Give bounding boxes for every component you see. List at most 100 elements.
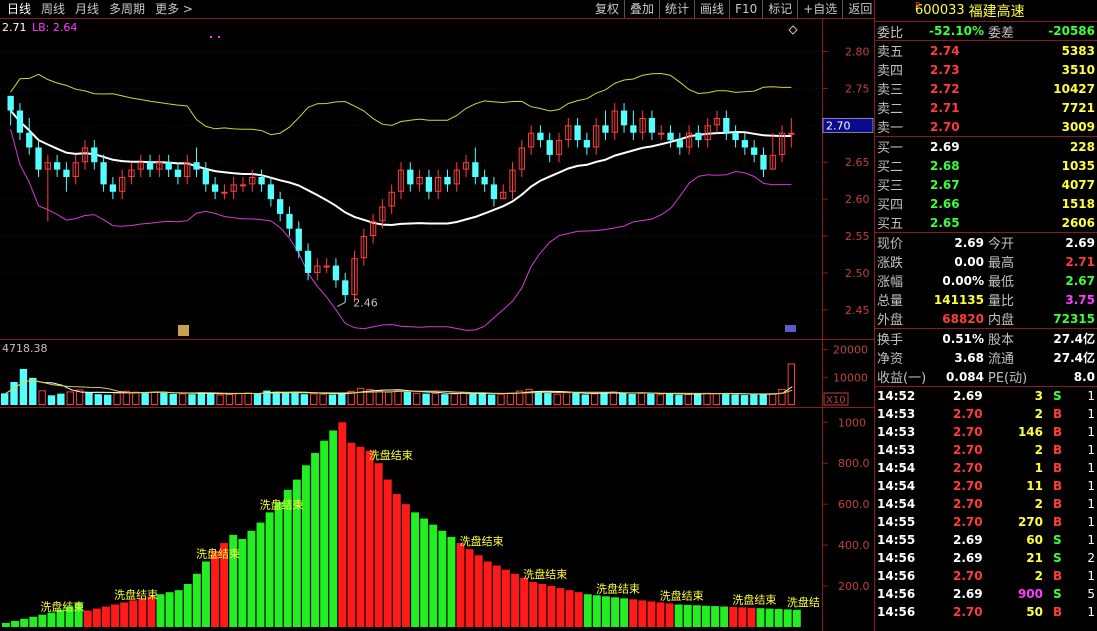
candle-body-down [146, 162, 154, 170]
draw-button[interactable]: 画线 [695, 0, 731, 18]
tick-time: 14:56 [877, 587, 916, 601]
candle-body-down [667, 132, 674, 141]
asks-row: 卖四 2.73 3510 [875, 60, 1097, 80]
volume-bar [637, 392, 646, 405]
overlay-button[interactable]: 叠加 [625, 0, 661, 18]
volume-bar [497, 393, 505, 405]
quote-row: 外盘 68820 内盘 72315 [875, 309, 1097, 329]
add-watchlist-button[interactable]: +自选 [798, 0, 844, 18]
volume-bar [459, 392, 468, 405]
indicator-bar [592, 595, 601, 627]
tick-volume: 146 [1017, 425, 1043, 439]
candle-body-down [7, 95, 14, 111]
volume-ma10-line [5, 379, 793, 395]
indicator-bar [483, 561, 492, 627]
candle-body-up [239, 184, 247, 187]
tick-count: 1 [1087, 479, 1095, 493]
tick-count: 1 [1087, 389, 1095, 403]
indicator-tick-label: 400.0 [838, 539, 870, 552]
candle-body-down [676, 140, 683, 148]
volume-bar [38, 390, 46, 405]
volume-bar [150, 391, 159, 405]
mark-button[interactable]: 标记 [763, 0, 799, 18]
tick-volume: 21 [1026, 551, 1043, 565]
asks-price: 2.72 [930, 81, 960, 96]
tick-count: 1 [1087, 569, 1095, 583]
volume-bar [478, 393, 486, 405]
indicator-bar [511, 573, 519, 627]
volume-bar [141, 393, 149, 405]
price-tick-label: 2.55 [845, 230, 870, 243]
asks-row: 卖五 2.74 5383 [875, 41, 1097, 61]
quote-row: 涨幅 0.00% 最低 2.67 [875, 271, 1097, 291]
volume-bar [534, 391, 543, 405]
indicator-bar [565, 590, 574, 627]
stats-button[interactable]: 统计 [660, 0, 696, 18]
quote-row: 总量 141135 量比 3.75 [875, 290, 1097, 310]
indicator-bar [629, 599, 638, 627]
back-button[interactable]: 返回 [843, 0, 877, 18]
chart-area[interactable]: 2.802.752.702.652.602.552.502.452.702.46… [0, 0, 874, 631]
wash-end-label: 洗盘结 [787, 595, 820, 609]
asks-volume: 3009 [1061, 119, 1095, 134]
candle-body-up [788, 132, 795, 135]
indicator-bar [402, 504, 410, 627]
bids-price: 2.68 [930, 158, 960, 173]
bids-row: 买三 2.67 4077 [875, 175, 1097, 195]
tick-volume: 50 [1026, 605, 1043, 619]
volume-bar [506, 392, 515, 406]
tab-daily[interactable]: 日线 [2, 0, 36, 18]
wash-end-label: 洗盘结束 [369, 448, 413, 462]
candle-body-down [202, 169, 209, 185]
volume-bar [328, 394, 337, 405]
bids-label: 买二 [877, 160, 904, 175]
indicator-bar [529, 581, 538, 627]
tick-volume: 2 [1034, 443, 1043, 457]
volume-bar [188, 394, 196, 405]
candle-body-down [174, 169, 182, 177]
asks-volume: 7721 [1061, 100, 1095, 115]
f10-button[interactable]: F10 [730, 0, 764, 18]
candle-body-down [35, 147, 42, 170]
tick-price: 2.70 [953, 461, 983, 475]
volume-bar [235, 393, 243, 405]
tab-more[interactable]: 更多 > [150, 0, 198, 18]
tab-multi-period[interactable]: 多周期 [104, 0, 150, 18]
volume-bar [216, 394, 224, 405]
tick-side: S [1053, 551, 1062, 565]
fundamental-value: 0.51% [942, 331, 984, 346]
volume-bar [487, 394, 496, 405]
quote-label: 量比 [988, 294, 1015, 309]
tick-time: 14:55 [877, 533, 916, 547]
quote-value: 0.00% [942, 273, 984, 288]
indicator-bar [783, 609, 792, 627]
volume-bar [29, 377, 37, 405]
bids-label: 买三 [877, 179, 904, 194]
bids-price: 2.65 [930, 215, 960, 230]
tick-price: 2.70 [953, 443, 983, 457]
price-tick-label: 2.75 [845, 82, 870, 95]
quote-value: 2.69 [1065, 235, 1095, 250]
tick-row: 14:53 2.70 2 B 1 [875, 441, 1097, 459]
volume-bar [132, 391, 140, 406]
indicator-bar [492, 565, 501, 627]
tick-volume: 1 [1034, 461, 1043, 475]
volume-bar [403, 391, 412, 405]
tick-side: S [1053, 587, 1062, 601]
tab-weekly[interactable]: 周线 [36, 0, 70, 18]
asks-price: 2.70 [930, 119, 960, 134]
indicator-bar [602, 596, 610, 627]
tick-time: 14:56 [877, 569, 916, 583]
indicator-bar [429, 524, 438, 627]
tab-monthly[interactable]: 月线 [70, 0, 104, 18]
volume-bar [750, 394, 758, 405]
adjust-button[interactable]: 复权 [590, 0, 626, 18]
candle-body-down [342, 280, 349, 296]
asks-row: 卖二 2.71 7721 [875, 98, 1097, 118]
volume-bar [693, 393, 702, 405]
tick-price: 2.70 [953, 605, 983, 619]
quote-value: 0.00 [954, 254, 984, 269]
candle-body-down [583, 140, 591, 148]
indicator-bar [211, 551, 219, 627]
indicator-bar [83, 610, 92, 627]
